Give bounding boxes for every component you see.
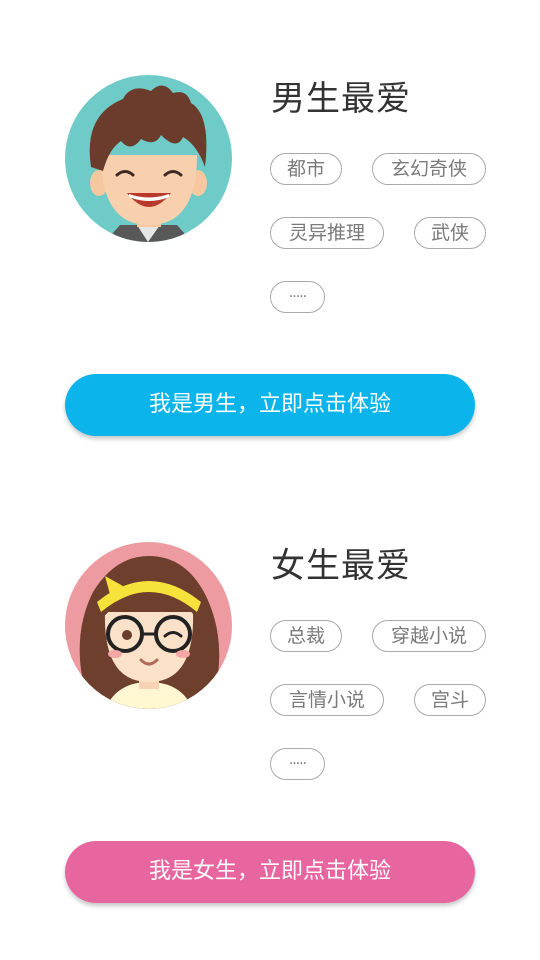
girl-tag-yanqing[interactable]: 言情小说: [270, 684, 384, 716]
boy-tag-dushi[interactable]: 都市: [270, 153, 342, 185]
girl-section: 女生最爱 总裁 穿越小说 言情小说 宫斗 ····· 我是女生，立即点击体验: [0, 467, 540, 903]
boy-section-title: 男生最爱: [271, 79, 411, 119]
girl-tag-gongdou[interactable]: 宫斗: [414, 684, 486, 716]
girl-section-title: 女生最爱: [271, 546, 411, 586]
boy-tag-more[interactable]: ·····: [270, 281, 325, 313]
boy-tag-lingyi[interactable]: 灵异推理: [270, 217, 384, 249]
boy-avatar-icon: [65, 75, 232, 242]
boy-tag-wuxia[interactable]: 武侠: [414, 217, 486, 249]
girl-tag-chuanyue[interactable]: 穿越小说: [372, 620, 486, 652]
girl-cta-button[interactable]: 我是女生，立即点击体验: [65, 841, 475, 903]
girl-tag-zongcai[interactable]: 总裁: [270, 620, 342, 652]
boy-section: 男生最爱 都市 玄幻奇侠 灵异推理 武侠 ····· 我是男生，立即点击体验: [0, 0, 540, 436]
boy-cta-button[interactable]: 我是男生，立即点击体验: [65, 374, 475, 436]
girl-tag-more[interactable]: ·····: [270, 748, 325, 780]
boy-tag-xuanhuan[interactable]: 玄幻奇侠: [372, 153, 486, 185]
girl-avatar-icon: [65, 542, 232, 709]
